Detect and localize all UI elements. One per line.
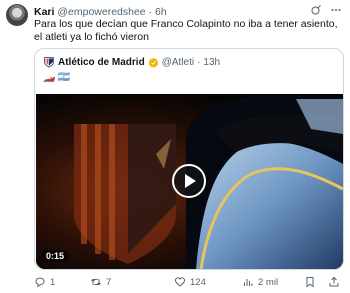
author-row: Kari @empoweredshee · 6h: [34, 5, 167, 19]
play-button[interactable]: [172, 164, 206, 198]
like-button[interactable]: 124: [174, 276, 206, 288]
retweet-count: 7: [106, 276, 112, 288]
tweet-text: Para los que decían que Franco Colapinto…: [34, 18, 338, 43]
author-handle[interactable]: @empoweredshee: [57, 6, 145, 18]
views-icon: [242, 276, 254, 288]
share-button[interactable]: [328, 276, 340, 288]
timestamp[interactable]: 6h: [155, 6, 167, 18]
bookmark-button[interactable]: [304, 276, 316, 288]
more-icon[interactable]: [330, 4, 342, 16]
retweet-button[interactable]: 7: [90, 276, 111, 288]
like-icon: [174, 276, 186, 288]
reply-count: 1: [50, 276, 56, 288]
separator: ·: [148, 6, 153, 18]
reply-icon: [34, 276, 46, 288]
bookmark-icon: [304, 276, 316, 288]
quoted-timestamp[interactable]: 13h: [203, 57, 220, 68]
tweet-actions: 1 7 124 2 mil: [34, 276, 346, 290]
author-name[interactable]: Kari: [34, 6, 54, 18]
quoted-separator: ·: [197, 56, 201, 68]
play-icon: [174, 166, 204, 196]
video-player[interactable]: 0:15: [36, 94, 343, 269]
argentina-flag-emoji: 🇦🇷: [57, 72, 70, 83]
quoted-tweet[interactable]: Atlético de Madrid @Atleti · 13h 🏎️ 🇦🇷 0…: [34, 48, 344, 270]
quoted-author-row: Atlético de Madrid @Atleti · 13h: [43, 55, 220, 69]
reply-button[interactable]: 1: [34, 276, 55, 288]
tweet-top-actions: [310, 4, 342, 16]
quoted-author-handle[interactable]: @Atleti: [162, 57, 194, 68]
race-car-emoji: 🏎️: [43, 72, 56, 83]
grok-icon[interactable]: [310, 4, 322, 16]
like-count: 124: [190, 276, 206, 288]
avatar[interactable]: [6, 4, 28, 26]
quoted-text: 🏎️ 🇦🇷: [43, 72, 70, 84]
quoted-author-name[interactable]: Atlético de Madrid: [58, 57, 145, 68]
retweet-icon: [90, 276, 102, 288]
views-count: 2 mil: [258, 276, 279, 288]
share-icon: [328, 276, 340, 288]
verified-badge-icon: [148, 57, 159, 68]
views-button[interactable]: 2 mil: [242, 276, 278, 288]
tweet[interactable]: Kari @empoweredshee · 6h Para los que de…: [0, 0, 350, 293]
club-crest-icon: [43, 56, 55, 68]
video-duration: 0:15: [42, 250, 69, 262]
